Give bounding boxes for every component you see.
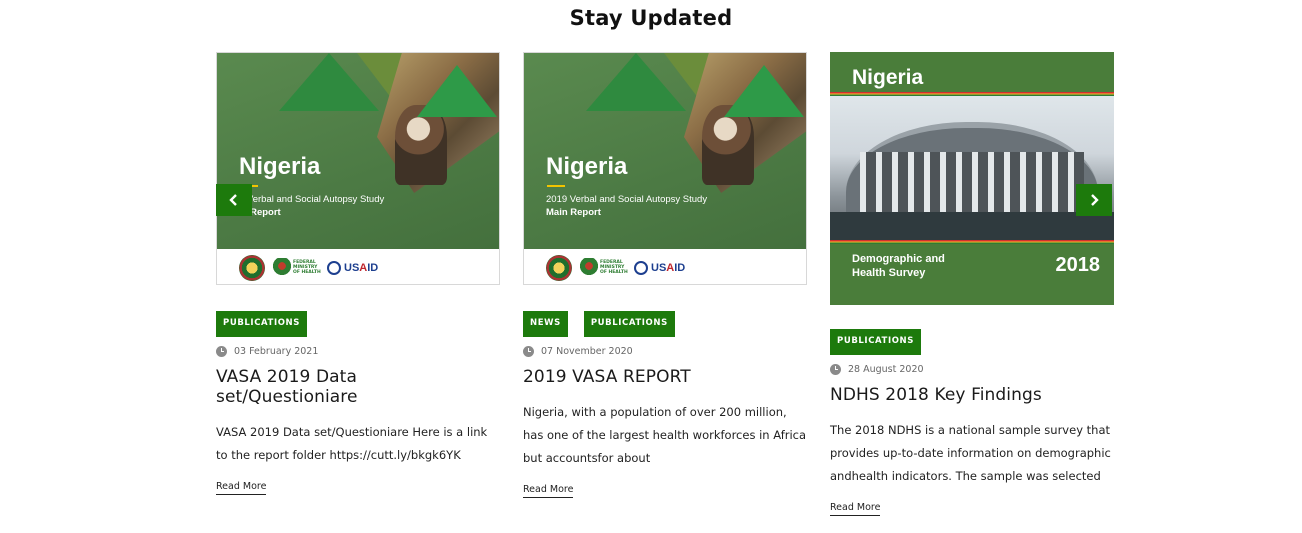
post-date: 28 August 2020 <box>848 364 924 375</box>
cover-subtitle-line1: 2019 Verbal and Social Autopsy Study <box>546 194 708 205</box>
cover-subtitle: Demographic and Health Survey <box>852 253 945 279</box>
seal-logo <box>239 254 265 281</box>
post-cover-image[interactable]: Nigeria Demographic and Health Survey 20… <box>830 52 1114 305</box>
cover-country: Nigeria <box>239 153 321 180</box>
post-excerpt: VASA 2019 Data set/Questioniare Here is … <box>216 425 488 462</box>
carousel-next-button[interactable] <box>1076 184 1112 216</box>
tag-publications[interactable]: PUBLICATIONS <box>830 329 921 355</box>
cover-logos: FEDERAL MINISTRY OF HEALTH USAID <box>217 249 499 284</box>
building-base <box>830 212 1114 240</box>
read-more-link[interactable]: Read More <box>830 502 881 516</box>
tag-publications[interactable]: PUBLICATIONS <box>583 311 675 337</box>
ministry-of-health-logo: FEDERAL MINISTRY OF HEALTH <box>580 256 628 280</box>
tag-list: PUBLICATIONS <box>830 329 1114 355</box>
cover-triangle <box>724 65 804 117</box>
post-excerpt: The 2018 NDHS is a national sample surve… <box>830 423 1111 483</box>
cover-photo-figure <box>395 105 447 185</box>
cover-subtitle-line2: Main Report <box>546 207 601 218</box>
post-card: Nigeria Demographic and Health Survey 20… <box>830 52 1114 516</box>
tag-news[interactable]: NEWS <box>523 311 568 337</box>
flag-stripe <box>830 240 1114 244</box>
cover-subtitle: 9 Verbal and Social Autopsy Study in Rep… <box>239 193 459 219</box>
seal-logo <box>546 254 572 281</box>
cover-country: Nigeria <box>852 66 924 89</box>
post-date: 07 November 2020 <box>541 346 633 357</box>
post-meta: 07 November 2020 <box>523 346 807 357</box>
flag-stripe <box>830 92 1114 96</box>
cover-subtitle-line1: 9 Verbal and Social Autopsy Study <box>239 194 385 205</box>
carousel-prev-button[interactable] <box>216 184 252 216</box>
clock-icon <box>216 346 227 357</box>
cover-year: 2018 <box>1055 254 1101 276</box>
tag-list: NEWS PUBLICATIONS <box>523 311 807 337</box>
post-title[interactable]: NDHS 2018 Key Findings <box>830 385 1114 405</box>
post-title[interactable]: VASA 2019 Data set/Questioniare <box>216 367 500 407</box>
cover-country: Nigeria <box>546 153 628 180</box>
post-cover-image[interactable]: Nigeria 9 Verbal and Social Autopsy Stud… <box>216 52 500 285</box>
cover-triangle <box>417 65 497 117</box>
usaid-logo: USAID <box>634 260 685 275</box>
cover-photo-figure <box>702 105 754 185</box>
read-more-link[interactable]: Read More <box>216 481 267 495</box>
usaid-logo: USAID <box>327 260 378 275</box>
post-title[interactable]: 2019 VASA REPORT <box>523 367 807 387</box>
ministry-of-health-logo: FEDERAL MINISTRY OF HEALTH <box>273 256 321 280</box>
tag-list: PUBLICATIONS <box>216 311 500 337</box>
read-more-link[interactable]: Read More <box>523 484 574 498</box>
cover-subtitle: 2019 Verbal and Social Autopsy Study Mai… <box>546 193 766 219</box>
post-date: 03 February 2021 <box>234 346 319 357</box>
section-title: Stay Updated <box>569 6 733 30</box>
post-meta: 03 February 2021 <box>216 346 500 357</box>
post-card: Nigeria 2019 Verbal and Social Autopsy S… <box>523 52 807 498</box>
building-colonnade <box>860 152 1084 212</box>
tag-publications[interactable]: PUBLICATIONS <box>216 311 307 337</box>
cover-subtitle-line2: in Report <box>239 207 281 218</box>
post-card: Nigeria 9 Verbal and Social Autopsy Stud… <box>216 52 500 495</box>
post-cover-image[interactable]: Nigeria 2019 Verbal and Social Autopsy S… <box>523 52 807 285</box>
clock-icon <box>830 364 841 375</box>
post-meta: 28 August 2020 <box>830 364 1114 375</box>
cover-logos: FEDERAL MINISTRY OF HEALTH USAID <box>524 249 806 284</box>
post-excerpt: Nigeria, with a population of over 200 m… <box>523 405 807 465</box>
chevron-right-icon <box>1091 194 1099 206</box>
chevron-left-icon <box>229 194 237 206</box>
clock-icon <box>523 346 534 357</box>
cover-underline <box>547 185 565 187</box>
